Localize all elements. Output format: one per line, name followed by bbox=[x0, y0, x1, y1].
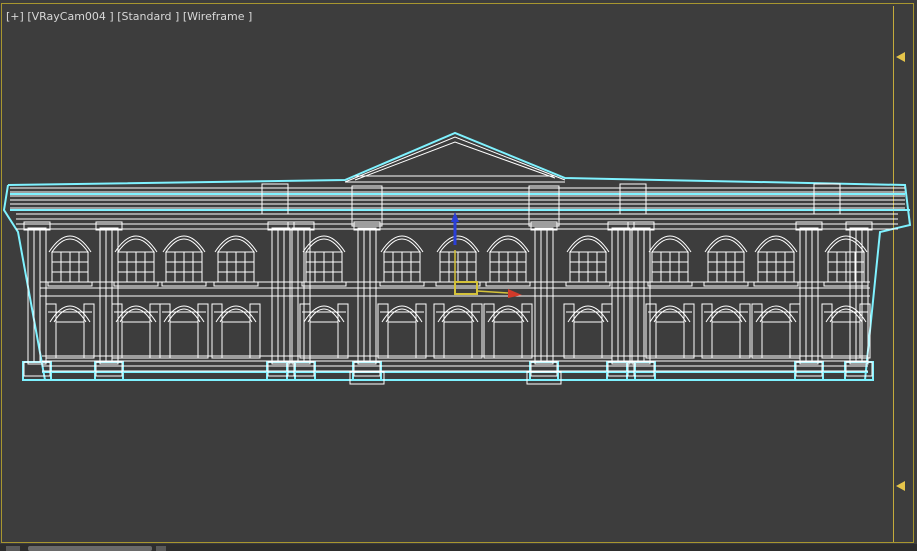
window-arch bbox=[162, 235, 206, 253]
window-arch bbox=[824, 235, 868, 253]
window-sill bbox=[161, 281, 207, 287]
door-opening bbox=[387, 321, 417, 359]
door-opening bbox=[655, 321, 685, 359]
window-sill bbox=[379, 281, 425, 287]
window-arch bbox=[486, 235, 530, 253]
window-arch bbox=[489, 238, 527, 253]
door-opening bbox=[169, 321, 199, 359]
scroll-right-button[interactable] bbox=[156, 546, 166, 551]
building-wireframe[interactable] bbox=[0, 0, 917, 551]
window-arch bbox=[651, 238, 689, 253]
window-arch bbox=[436, 235, 480, 253]
door-opening bbox=[761, 321, 791, 359]
window-arch bbox=[754, 235, 798, 253]
scroll-thumb[interactable] bbox=[28, 546, 152, 551]
window-arch bbox=[704, 235, 748, 253]
window-arch bbox=[51, 238, 89, 253]
door-opening bbox=[443, 321, 473, 359]
window-sill bbox=[647, 281, 693, 287]
window-arch bbox=[827, 238, 865, 253]
window-sill bbox=[47, 281, 93, 287]
viewport[interactable]: [+] [VRayCam004 ] [Standard ] [Wireframe… bbox=[0, 0, 917, 551]
window-sill bbox=[753, 281, 799, 287]
window-arch bbox=[117, 238, 155, 253]
building-outline bbox=[2, 131, 912, 381]
window-sill bbox=[703, 281, 749, 287]
window-sill bbox=[113, 281, 159, 287]
window-arch bbox=[383, 238, 421, 253]
door-opening bbox=[573, 321, 603, 359]
window-arch bbox=[214, 235, 258, 253]
door-opening bbox=[309, 321, 339, 359]
window-arch bbox=[114, 235, 158, 253]
window-sill bbox=[565, 281, 611, 287]
column-plinth bbox=[526, 371, 562, 385]
gizmo-x-axis bbox=[476, 290, 509, 294]
window-arch bbox=[566, 235, 610, 253]
window-sill bbox=[301, 281, 347, 287]
window-arch bbox=[305, 238, 343, 253]
door-opening bbox=[221, 321, 251, 359]
window-sill bbox=[823, 281, 869, 287]
gizmo-x-arrow bbox=[508, 289, 522, 298]
window-sill bbox=[485, 281, 531, 287]
column-plinth bbox=[349, 371, 385, 385]
window-arch bbox=[757, 238, 795, 253]
window-arch bbox=[217, 238, 255, 253]
pediment bbox=[344, 136, 566, 183]
door-opening bbox=[711, 321, 741, 359]
window-arch bbox=[302, 235, 346, 253]
window-arch bbox=[569, 238, 607, 253]
window-arch bbox=[439, 238, 477, 253]
door-opening bbox=[493, 321, 523, 359]
window-arch bbox=[165, 238, 203, 253]
window-arch bbox=[707, 238, 745, 253]
window-arch bbox=[648, 235, 692, 253]
door-opening bbox=[55, 321, 85, 359]
window-arch bbox=[48, 235, 92, 253]
window-arch bbox=[380, 235, 424, 253]
window-sill bbox=[213, 281, 259, 287]
door-opening bbox=[121, 321, 151, 359]
scroll-left-button[interactable] bbox=[6, 546, 20, 551]
